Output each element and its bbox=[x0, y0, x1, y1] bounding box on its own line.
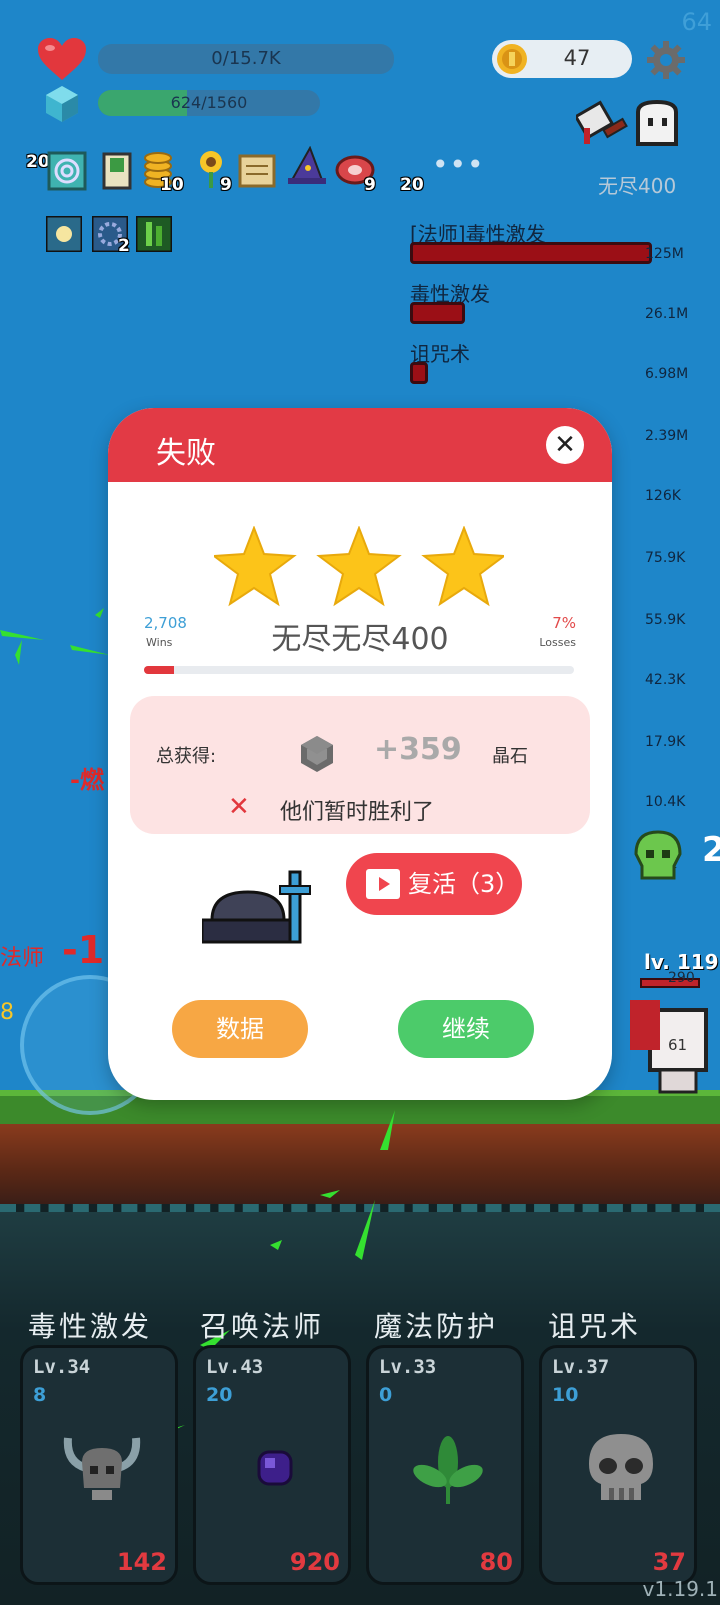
skill-name: 召唤法师 bbox=[200, 1310, 325, 1343]
skill-count: 20 bbox=[206, 1384, 233, 1406]
damage-value: 75.9K bbox=[645, 550, 686, 566]
reward-label: 总获得: bbox=[156, 746, 217, 767]
star-rating bbox=[214, 526, 504, 607]
damage-bar bbox=[410, 302, 465, 324]
xp-text: 624/1560 bbox=[170, 93, 248, 112]
cleaver-icon[interactable] bbox=[576, 98, 630, 150]
skill-cost: 142 bbox=[116, 1548, 167, 1576]
defeat-dialog: 失败 ✕ 2,708 Wins 无尽无尽400 7% Losses 总获得: +… bbox=[108, 408, 612, 1100]
skull-icon bbox=[589, 1434, 653, 1500]
damage-bar bbox=[410, 242, 652, 264]
leaf-icon bbox=[413, 1436, 483, 1504]
item-count: 9 bbox=[364, 175, 376, 195]
skill-cost: 920 bbox=[289, 1548, 340, 1576]
hp-text: 0/15.7K bbox=[211, 48, 281, 69]
more-items-icon[interactable]: ••• bbox=[432, 148, 485, 181]
losses-label: Losses bbox=[539, 636, 576, 649]
reward-panel: 总获得: +359 晶石 ✕ 他们暂时胜利了 bbox=[130, 696, 590, 834]
damage-value: 2.39M bbox=[645, 428, 689, 444]
skill-level: Lv.34 bbox=[33, 1356, 91, 1378]
damage-bar bbox=[410, 362, 428, 384]
star-icon bbox=[214, 526, 297, 607]
floating-text: -燃 bbox=[70, 766, 104, 794]
damage-value: 42.3K bbox=[645, 672, 686, 688]
skill-level: Lv.37 bbox=[552, 1356, 610, 1378]
heart-icon bbox=[38, 38, 86, 80]
revive-button[interactable]: 复活（3） bbox=[346, 853, 522, 915]
side-number: 8 bbox=[0, 1000, 14, 1025]
green-skull-icon bbox=[634, 830, 682, 880]
dialog-title: 失败 bbox=[156, 436, 216, 471]
revive-label: 复活（3） bbox=[408, 870, 520, 898]
crystal-gem-icon bbox=[301, 736, 333, 772]
close-button[interactable]: ✕ bbox=[546, 426, 584, 464]
coin-icon bbox=[497, 44, 527, 74]
fps-counter: 64 bbox=[681, 8, 712, 36]
star-icon bbox=[421, 526, 504, 607]
stage-label: 无尽400 bbox=[598, 174, 677, 198]
skill-card[interactable]: Lv.34 8 142 bbox=[20, 1345, 178, 1585]
skill-count: 10 bbox=[552, 1384, 579, 1406]
gear-icon[interactable] bbox=[646, 40, 686, 80]
version-label: v1.19.1 bbox=[642, 1577, 718, 1601]
xp-bar: 624/1560 bbox=[98, 90, 320, 116]
poison-buff-icon[interactable] bbox=[136, 216, 172, 252]
skill-level: Lv.43 bbox=[206, 1356, 264, 1378]
damage-value: 10.4K bbox=[645, 794, 686, 810]
item-count: 20 bbox=[400, 175, 424, 195]
video-ad-icon bbox=[366, 869, 400, 899]
buff-count: 2 bbox=[118, 236, 130, 256]
crystal-icon bbox=[46, 86, 78, 122]
stats-button[interactable]: 数据 bbox=[172, 1000, 308, 1058]
skill-card[interactable]: Lv.37 10 37 bbox=[539, 1345, 697, 1585]
map-icon[interactable] bbox=[236, 150, 278, 192]
damage-value: 17.9K bbox=[645, 734, 686, 750]
fail-x-icon: ✕ bbox=[228, 792, 250, 822]
skill-count: 0 bbox=[379, 1384, 393, 1406]
skill-name: 毒性激发 bbox=[28, 1310, 153, 1343]
skill-name: 魔法防护 bbox=[374, 1310, 499, 1343]
tombstone-icon bbox=[202, 870, 311, 944]
reward-unit: 晶石 bbox=[492, 746, 528, 767]
damage-value: 126K bbox=[645, 488, 681, 504]
purple-orb-icon bbox=[257, 1450, 293, 1486]
scroll-icon[interactable] bbox=[96, 150, 138, 192]
damage-value: 125M bbox=[645, 246, 684, 262]
continue-button[interactable]: 继续 bbox=[398, 1000, 534, 1058]
boss-number: 61 bbox=[668, 1036, 688, 1054]
enemy-label: 法师 bbox=[0, 946, 45, 971]
coin-counter[interactable]: 47 bbox=[492, 40, 632, 78]
damage-value: 55.9K bbox=[645, 612, 686, 628]
reward-amount: +359 bbox=[374, 732, 462, 767]
stage-name: 无尽无尽400 bbox=[271, 622, 449, 657]
loss-rate-bar bbox=[144, 666, 574, 674]
skill-card[interactable]: Lv.33 0 80 bbox=[366, 1345, 524, 1585]
item-count: 10 bbox=[160, 175, 184, 195]
damage-value: 26.1M bbox=[645, 306, 689, 322]
loss-rate-fill bbox=[144, 666, 175, 674]
status-text: 他们暂时胜利了 bbox=[280, 800, 435, 825]
hp-bar: 0/15.7K bbox=[98, 44, 394, 74]
skill-card[interactable]: Lv.43 20 920 bbox=[193, 1345, 351, 1585]
skill-count: 8 bbox=[33, 1384, 47, 1406]
enemy-hp-text: 290 bbox=[668, 970, 695, 986]
skill-cost: 80 bbox=[479, 1548, 513, 1576]
horned-skull-icon bbox=[63, 1437, 141, 1500]
losses-value: 7% bbox=[552, 614, 576, 632]
floating-number: 2 bbox=[702, 830, 720, 870]
skill-cost: 37 bbox=[652, 1548, 686, 1576]
damage-number: -1 bbox=[62, 928, 105, 972]
light-buff-icon[interactable] bbox=[46, 216, 82, 252]
skill-name: 诅咒术 bbox=[548, 1310, 642, 1343]
star-icon bbox=[316, 526, 402, 607]
spiral-rune-icon[interactable] bbox=[46, 150, 88, 192]
wizard-hat-icon[interactable] bbox=[286, 146, 328, 188]
damage-value: 6.98M bbox=[645, 366, 689, 382]
item-count: 9 bbox=[220, 175, 232, 195]
ghost-icon[interactable] bbox=[632, 100, 682, 148]
coin-amount: 47 bbox=[563, 46, 591, 70]
close-icon: ✕ bbox=[554, 430, 576, 460]
skill-level: Lv.33 bbox=[379, 1356, 437, 1378]
